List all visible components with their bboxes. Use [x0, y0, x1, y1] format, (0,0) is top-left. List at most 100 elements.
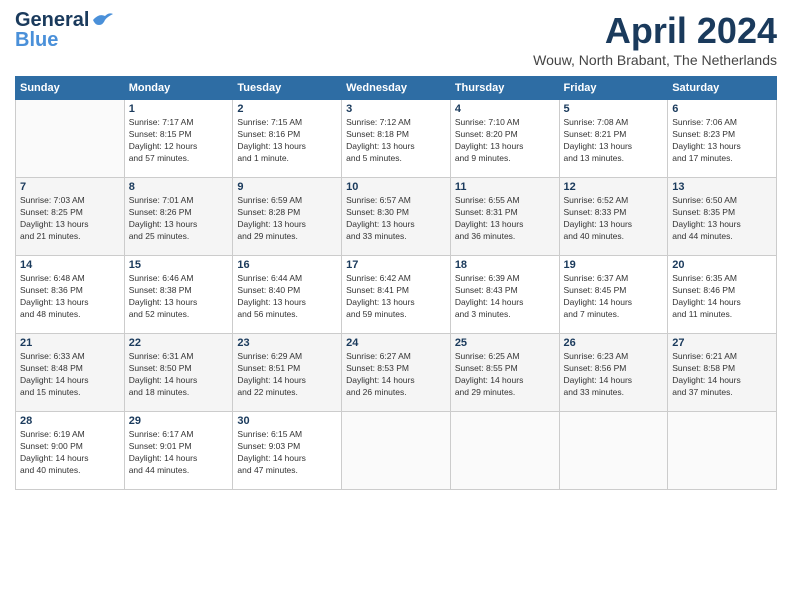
table-row	[559, 412, 668, 490]
day-number: 28	[20, 415, 120, 427]
day-number: 16	[237, 259, 337, 271]
day-number: 11	[455, 181, 555, 193]
table-row: 21 Sunrise: 6:33 AM Sunset: 8:48 PM Dayli…	[16, 334, 125, 412]
table-row: 7 Sunrise: 7:03 AM Sunset: 8:25 PM Daylig…	[16, 178, 125, 256]
calendar-week-row: 7 Sunrise: 7:03 AM Sunset: 8:25 PM Daylig…	[16, 178, 777, 256]
day-info: Sunrise: 6:29 AM Sunset: 8:51 PM Dayligh…	[237, 351, 337, 399]
day-info: Sunrise: 6:59 AM Sunset: 8:28 PM Dayligh…	[237, 195, 337, 243]
calendar-header-row: Sunday Monday Tuesday Wednesday Thursday…	[16, 77, 777, 100]
location: Wouw, North Brabant, The Netherlands	[533, 52, 777, 68]
table-row: 8Sunrise: 7:01 AM Sunset: 8:26 PM Daylig…	[124, 178, 233, 256]
table-row: 3Sunrise: 7:12 AM Sunset: 8:18 PM Daylig…	[342, 100, 451, 178]
logo: General Blue	[15, 10, 113, 50]
table-row: 13Sunrise: 6:50 AM Sunset: 8:35 PM Dayli…	[668, 178, 777, 256]
day-number: 22	[129, 337, 229, 349]
day-number: 5	[564, 103, 664, 115]
day-number: 15	[129, 259, 229, 271]
day-info: Sunrise: 6:48 AM Sunset: 8:36 PM Dayligh…	[20, 273, 120, 321]
table-row: 14 Sunrise: 6:48 AM Sunset: 8:36 PM Dayli…	[16, 256, 125, 334]
table-row: 2Sunrise: 7:15 AM Sunset: 8:16 PM Daylig…	[233, 100, 342, 178]
day-number: 18	[455, 259, 555, 271]
day-info: Sunrise: 6:37 AM Sunset: 8:45 PM Dayligh…	[564, 273, 664, 321]
day-info: Sunrise: 6:44 AM Sunset: 8:40 PM Dayligh…	[237, 273, 337, 321]
calendar-week-row: 21 Sunrise: 6:33 AM Sunset: 8:48 PM Dayli…	[16, 334, 777, 412]
day-info: Sunrise: 7:06 AM Sunset: 8:23 PM Dayligh…	[672, 117, 772, 165]
table-row: 4 Sunrise: 7:10 AM Sunset: 8:20 PM Daylig…	[450, 100, 559, 178]
day-info: Sunrise: 6:46 AM Sunset: 8:38 PM Dayligh…	[129, 273, 229, 321]
day-info: Sunrise: 6:39 AM Sunset: 8:43 PM Dayligh…	[455, 273, 555, 321]
day-info: Sunrise: 6:17 AM Sunset: 9:01 PM Dayligh…	[129, 429, 229, 477]
table-row: 5 Sunrise: 7:08 AM Sunset: 8:21 PM Daylig…	[559, 100, 668, 178]
header-sunday: Sunday	[16, 77, 125, 100]
table-row: 16 Sunrise: 6:44 AM Sunset: 8:40 PM Dayli…	[233, 256, 342, 334]
day-number: 10	[346, 181, 446, 193]
day-info: Sunrise: 6:33 AM Sunset: 8:48 PM Dayligh…	[20, 351, 120, 399]
title-section: April 2024 Wouw, North Brabant, The Neth…	[533, 10, 777, 68]
day-info: Sunrise: 7:08 AM Sunset: 8:21 PM Dayligh…	[564, 117, 664, 165]
calendar-table: Sunday Monday Tuesday Wednesday Thursday…	[15, 76, 777, 490]
header-saturday: Saturday	[668, 77, 777, 100]
day-info: Sunrise: 6:21 AM Sunset: 8:58 PM Dayligh…	[672, 351, 772, 399]
day-number: 25	[455, 337, 555, 349]
table-row: 25 Sunrise: 6:25 AM Sunset: 8:55 PM Dayli…	[450, 334, 559, 412]
logo-blue: Blue	[15, 30, 113, 50]
table-row: 29 Sunrise: 6:17 AM Sunset: 9:01 PM Dayli…	[124, 412, 233, 490]
day-info: Sunrise: 6:23 AM Sunset: 8:56 PM Dayligh…	[564, 351, 664, 399]
day-number: 7	[20, 181, 120, 193]
table-row: 28 Sunrise: 6:19 AM Sunset: 9:00 PM Dayli…	[16, 412, 125, 490]
page: General Blue April 2024 Wouw, North Brab…	[0, 0, 792, 612]
table-row: 1Sunrise: 7:17 AM Sunset: 8:15 PM Daylig…	[124, 100, 233, 178]
day-number: 29	[129, 415, 229, 427]
calendar-week-row: 28 Sunrise: 6:19 AM Sunset: 9:00 PM Dayli…	[16, 412, 777, 490]
header-friday: Friday	[559, 77, 668, 100]
day-info: Sunrise: 7:12 AM Sunset: 8:18 PM Dayligh…	[346, 117, 446, 165]
table-row: 10Sunrise: 6:57 AM Sunset: 8:30 PM Dayli…	[342, 178, 451, 256]
day-info: Sunrise: 6:35 AM Sunset: 8:46 PM Dayligh…	[672, 273, 772, 321]
day-number: 27	[672, 337, 772, 349]
table-row: 9Sunrise: 6:59 AM Sunset: 8:28 PM Daylig…	[233, 178, 342, 256]
day-number: 1	[129, 103, 229, 115]
day-info: Sunrise: 6:52 AM Sunset: 8:33 PM Dayligh…	[564, 195, 664, 243]
header: General Blue April 2024 Wouw, North Brab…	[15, 10, 777, 68]
day-info: Sunrise: 7:10 AM Sunset: 8:20 PM Dayligh…	[455, 117, 555, 165]
day-info: Sunrise: 6:15 AM Sunset: 9:03 PM Dayligh…	[237, 429, 337, 477]
table-row: 12 Sunrise: 6:52 AM Sunset: 8:33 PM Dayli…	[559, 178, 668, 256]
day-number: 23	[237, 337, 337, 349]
day-number: 2	[237, 103, 337, 115]
day-number: 12	[564, 181, 664, 193]
logo-general: General	[15, 10, 89, 30]
table-row: 23 Sunrise: 6:29 AM Sunset: 8:51 PM Dayli…	[233, 334, 342, 412]
table-row	[450, 412, 559, 490]
day-info: Sunrise: 7:03 AM Sunset: 8:25 PM Dayligh…	[20, 195, 120, 243]
day-info: Sunrise: 6:25 AM Sunset: 8:55 PM Dayligh…	[455, 351, 555, 399]
logo-bird-icon	[91, 11, 113, 29]
header-thursday: Thursday	[450, 77, 559, 100]
day-info: Sunrise: 6:55 AM Sunset: 8:31 PM Dayligh…	[455, 195, 555, 243]
table-row: 19 Sunrise: 6:37 AM Sunset: 8:45 PM Dayli…	[559, 256, 668, 334]
table-row: 6 Sunrise: 7:06 AM Sunset: 8:23 PM Daylig…	[668, 100, 777, 178]
table-row: 20Sunrise: 6:35 AM Sunset: 8:46 PM Dayli…	[668, 256, 777, 334]
day-number: 19	[564, 259, 664, 271]
day-number: 21	[20, 337, 120, 349]
month-title: April 2024	[533, 10, 777, 52]
table-row: 30Sunrise: 6:15 AM Sunset: 9:03 PM Dayli…	[233, 412, 342, 490]
table-row: 27 Sunrise: 6:21 AM Sunset: 8:58 PM Dayli…	[668, 334, 777, 412]
day-number: 26	[564, 337, 664, 349]
day-number: 17	[346, 259, 446, 271]
calendar-week-row: 14 Sunrise: 6:48 AM Sunset: 8:36 PM Dayli…	[16, 256, 777, 334]
day-info: Sunrise: 6:42 AM Sunset: 8:41 PM Dayligh…	[346, 273, 446, 321]
day-info: Sunrise: 6:31 AM Sunset: 8:50 PM Dayligh…	[129, 351, 229, 399]
day-info: Sunrise: 6:19 AM Sunset: 9:00 PM Dayligh…	[20, 429, 120, 477]
day-number: 6	[672, 103, 772, 115]
table-row: 26 Sunrise: 6:23 AM Sunset: 8:56 PM Dayli…	[559, 334, 668, 412]
table-row	[16, 100, 125, 178]
day-number: 13	[672, 181, 772, 193]
day-number: 4	[455, 103, 555, 115]
table-row	[342, 412, 451, 490]
table-row: 18 Sunrise: 6:39 AM Sunset: 8:43 PM Dayli…	[450, 256, 559, 334]
day-info: Sunrise: 7:01 AM Sunset: 8:26 PM Dayligh…	[129, 195, 229, 243]
day-number: 14	[20, 259, 120, 271]
table-row: 17 Sunrise: 6:42 AM Sunset: 8:41 PM Dayli…	[342, 256, 451, 334]
header-wednesday: Wednesday	[342, 77, 451, 100]
day-number: 24	[346, 337, 446, 349]
